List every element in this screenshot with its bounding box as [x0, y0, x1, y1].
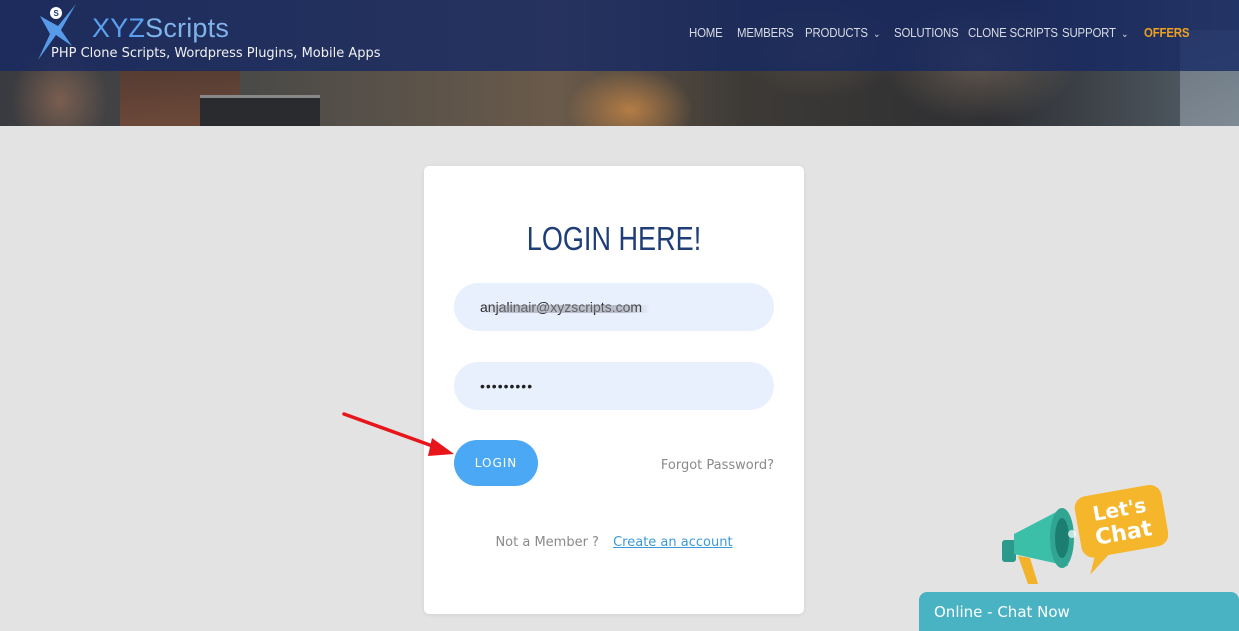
- nav-support-label: SUPPORT: [1062, 25, 1116, 40]
- main-nav: HOME MEMBERS PRODUCTS ⌄ SOLUTIONS CLONE S…: [0, 25, 1239, 43]
- password-field[interactable]: [454, 362, 774, 410]
- nav-support[interactable]: SUPPORT ⌄: [1062, 25, 1129, 40]
- hero-photo-detail: [200, 95, 320, 126]
- svg-text:S: S: [54, 9, 60, 18]
- nav-products[interactable]: PRODUCTS ⌄: [805, 25, 880, 40]
- nav-offers-label: OFFERS: [1144, 25, 1190, 40]
- red-arrow-icon: [342, 412, 454, 456]
- signup-prompt: Not a Member ? Create an account: [424, 535, 804, 550]
- forgot-password-link[interactable]: Forgot Password?: [661, 458, 774, 473]
- login-button[interactable]: LOGIN: [454, 440, 538, 486]
- email-field[interactable]: [454, 283, 774, 331]
- not-member-text: Not a Member ?: [495, 535, 599, 550]
- login-card: LOGIN HERE! LOGIN Forgot Password? Not a…: [424, 166, 804, 614]
- login-title: LOGIN HERE!: [526, 220, 702, 257]
- top-navigation-bar: S XYZScripts PHP Clone Scripts, Wordpres…: [0, 0, 1239, 71]
- site-tagline: PHP Clone Scripts, Wordpress Plugins, Mo…: [51, 46, 381, 61]
- chevron-down-icon: ⌄: [1121, 29, 1129, 40]
- nav-home-label: HOME: [689, 25, 723, 40]
- nav-clone-scripts-label: CLONE SCRIPTS: [968, 25, 1058, 40]
- nav-home[interactable]: HOME: [689, 25, 723, 40]
- nav-solutions[interactable]: SOLUTIONS: [894, 25, 959, 40]
- nav-offers[interactable]: OFFERS: [1144, 25, 1190, 40]
- chevron-down-icon: ⌄: [873, 29, 881, 40]
- nav-members-label: MEMBERS: [737, 25, 794, 40]
- nav-products-label: PRODUCTS: [805, 25, 868, 40]
- create-account-link[interactable]: Create an account: [613, 535, 732, 550]
- nav-clone-scripts[interactable]: CLONE SCRIPTS: [968, 25, 1058, 40]
- nav-members[interactable]: MEMBERS: [737, 25, 794, 40]
- megaphone-icon: [1002, 508, 1076, 584]
- chat-now-bar[interactable]: Online - Chat Now: [919, 592, 1239, 631]
- nav-solutions-label: SOLUTIONS: [894, 25, 959, 40]
- chat-now-label: Online - Chat Now: [934, 603, 1070, 621]
- lets-chat-badge[interactable]: Let's Chat: [998, 484, 1168, 592]
